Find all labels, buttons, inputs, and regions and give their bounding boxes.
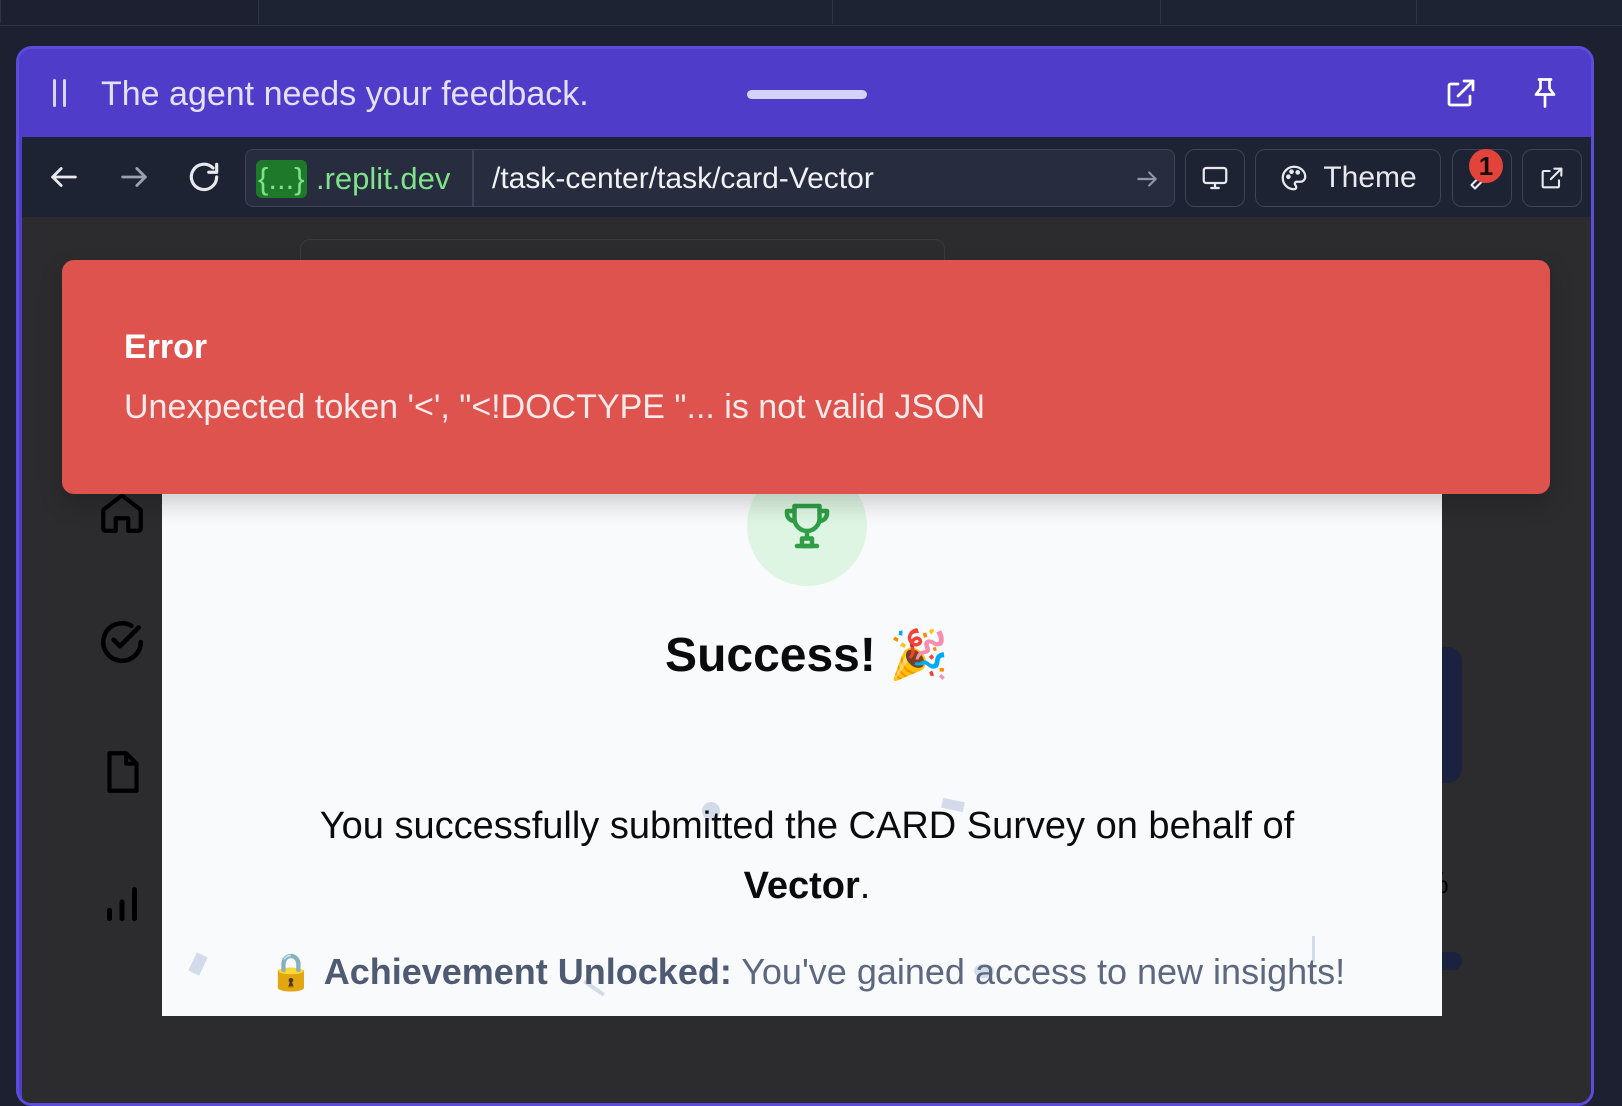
theme-button[interactable]: Theme bbox=[1255, 149, 1441, 207]
party-popper-icon: 🎉 bbox=[889, 629, 949, 682]
external-link-icon bbox=[1541, 167, 1563, 189]
arrow-right-icon bbox=[121, 167, 147, 187]
browser-tab[interactable] bbox=[1416, 0, 1622, 24]
open-external-button[interactable] bbox=[1522, 149, 1582, 207]
achievement-text: You've gained access to new insights! bbox=[741, 951, 1346, 992]
pin-icon[interactable] bbox=[1527, 75, 1563, 111]
home-icon[interactable] bbox=[97, 487, 147, 537]
domain-text: .replit.dev bbox=[316, 161, 451, 196]
browser-tab[interactable] bbox=[258, 0, 832, 24]
check-circle-icon[interactable] bbox=[97, 617, 147, 667]
expand-icon[interactable] bbox=[1443, 75, 1479, 111]
achievement-label: Achievement Unlocked: bbox=[323, 951, 732, 992]
browser-tab[interactable] bbox=[0, 0, 258, 24]
submission-message: You successfully submitted the CARD Surv… bbox=[262, 796, 1352, 916]
error-message: Unexpected token '<', "<!DOCTYPE "... is… bbox=[124, 388, 986, 426]
drag-grip-icon[interactable] bbox=[51, 79, 69, 107]
arrow-left-icon bbox=[51, 167, 77, 187]
url-path[interactable]: /task-center/task/card-Vector bbox=[492, 160, 874, 198]
error-title: Error bbox=[124, 328, 208, 366]
address-divider bbox=[472, 150, 474, 206]
lock-icon: 🔒 bbox=[268, 951, 314, 992]
submission-text: You successfully submitted the CARD Surv… bbox=[319, 805, 1295, 847]
banner-message: The agent needs your feedback. bbox=[101, 75, 589, 113]
browser-tab[interactable] bbox=[832, 0, 1160, 24]
domain-chip: {...} bbox=[256, 160, 307, 198]
go-arrow-icon[interactable] bbox=[1134, 166, 1160, 192]
trophy-icon bbox=[784, 503, 830, 549]
palette-icon bbox=[1282, 165, 1307, 191]
modal-title: Success! 🎉 bbox=[162, 626, 1452, 683]
bar-chart-icon[interactable] bbox=[97, 877, 147, 927]
reload-icon bbox=[189, 162, 219, 192]
resize-handle[interactable] bbox=[747, 90, 867, 99]
achievement-line: 🔒 Achievement Unlocked: You've gained ac… bbox=[162, 951, 1452, 993]
tab-strip-divider bbox=[0, 25, 1622, 26]
browser-toolbar: {...} .replit.dev /task-center/task/card… bbox=[22, 137, 1591, 217]
address-bar[interactable]: {...} .replit.dev /task-center/task/card… bbox=[245, 149, 1175, 207]
monitor-icon bbox=[1202, 166, 1228, 190]
forward-button[interactable] bbox=[114, 157, 154, 197]
browser-tab[interactable] bbox=[1160, 0, 1416, 24]
feedback-banner: The agent needs your feedback. bbox=[19, 49, 1591, 137]
reload-button[interactable] bbox=[184, 157, 224, 197]
organization-name: Vector bbox=[743, 865, 860, 907]
theme-label: Theme bbox=[1323, 161, 1417, 194]
tab-strip bbox=[0, 0, 1622, 26]
error-toast[interactable]: Error Unexpected token '<', "<!DOCTYPE "… bbox=[62, 260, 1550, 494]
back-button[interactable] bbox=[44, 157, 84, 197]
success-title: Success! bbox=[665, 629, 876, 682]
submission-period: . bbox=[859, 865, 871, 907]
file-icon[interactable] bbox=[97, 747, 147, 797]
notification-badge: 1 bbox=[1469, 149, 1503, 183]
device-preview-button[interactable] bbox=[1185, 149, 1245, 207]
